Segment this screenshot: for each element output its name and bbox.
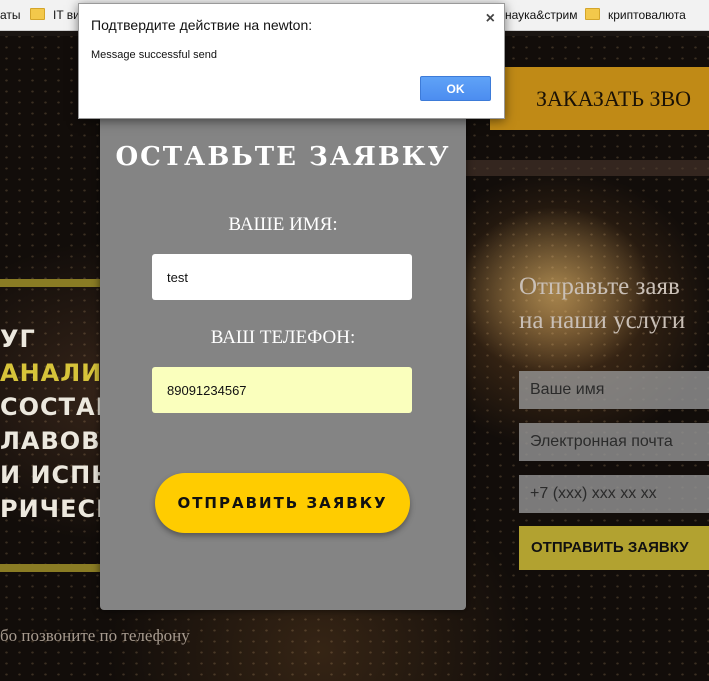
bookmark-label: аты xyxy=(0,8,21,22)
bookmark-label: криптовалюта xyxy=(608,8,686,22)
submit-request-button[interactable]: ОТПРАВИТЬ ЗАЯВКУ xyxy=(155,473,410,533)
side-phone-placeholder: +7 (xxx) xxx xx xx xyxy=(530,485,657,502)
side-email-placeholder: Электронная почта xyxy=(530,433,673,450)
order-call-button[interactable]: ЗАКАЗАТЬ ЗВО xyxy=(490,67,709,130)
call-text: бо позвоните по телефону xyxy=(0,626,190,645)
request-modal: ОСТАВЬТЕ ЗАЯВКУ ВАШЕ ИМЯ: ВАШ ТЕЛЕФОН: О… xyxy=(100,110,466,610)
left-accent-line xyxy=(0,564,100,572)
side-submit-button[interactable]: ОТПРАВИТЬ ЗАЯВКУ xyxy=(519,526,709,570)
bookmark-item[interactable]: аты xyxy=(0,8,21,22)
order-call-label: ЗАКАЗАТЬ ЗВО xyxy=(536,86,692,111)
name-input[interactable] xyxy=(152,254,412,300)
bookmark-item[interactable]: наука&стрим xyxy=(505,8,577,22)
close-icon[interactable]: × xyxy=(486,10,495,28)
modal-title: ОСТАВЬТЕ ЗАЯВКУ xyxy=(115,142,451,172)
folder-icon xyxy=(30,8,45,20)
phone-input[interactable] xyxy=(152,367,412,413)
side-phone-input[interactable]: +7 (xxx) xxx xx xx xyxy=(519,475,709,513)
confirm-dialog: Подтвердите действие на newton: × Messag… xyxy=(78,3,505,119)
side-form-heading: Отправьте заяв на наши услуги xyxy=(519,270,685,338)
side-name-input[interactable]: Ваше имя xyxy=(519,371,709,409)
side-heading-line: на наши услуги xyxy=(519,307,686,334)
name-label: ВАШЕ ИМЯ: xyxy=(228,214,338,235)
phone-label: ВАШ ТЕЛЕФОН: xyxy=(210,327,356,348)
left-accent-line xyxy=(0,279,100,287)
side-name-placeholder: Ваше имя xyxy=(530,381,605,398)
folder-icon xyxy=(585,8,600,20)
side-email-input[interactable]: Электронная почта xyxy=(519,423,709,461)
bookmark-item[interactable]: криптовалюта xyxy=(585,8,686,22)
dialog-title: Подтвердите действие на newton: xyxy=(91,17,313,33)
side-heading-line: Отправьте заяв xyxy=(519,273,680,300)
divider-band xyxy=(465,160,709,176)
bookmark-label: IT ви xyxy=(53,8,80,22)
ok-button[interactable]: OK xyxy=(420,76,491,101)
side-submit-label: ОТПРАВИТЬ ЗАЯВКУ xyxy=(531,539,689,556)
dialog-message: Message successful send xyxy=(91,49,217,61)
bookmark-item[interactable]: IT ви xyxy=(30,8,80,22)
bookmark-label: наука&стрим xyxy=(505,8,578,22)
